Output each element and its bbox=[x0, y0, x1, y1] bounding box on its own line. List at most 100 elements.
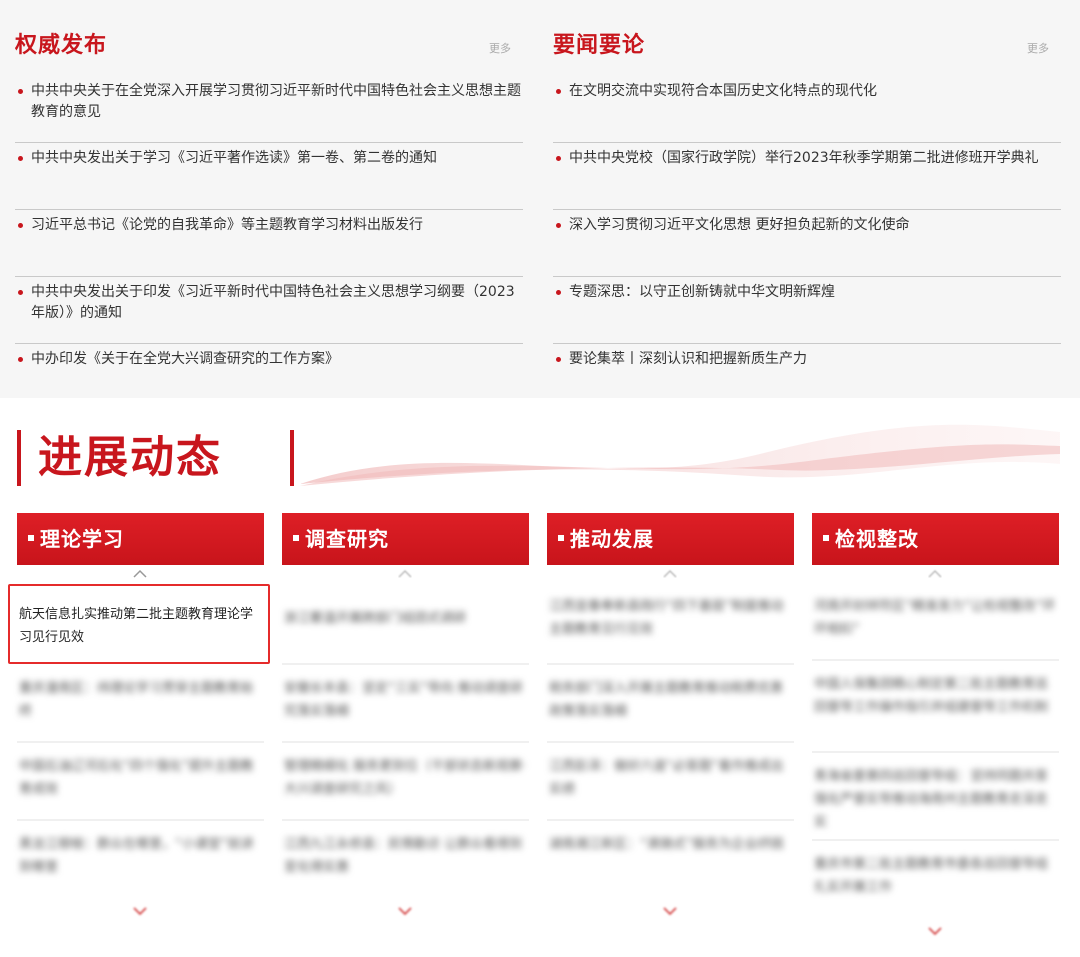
square-bullet-icon bbox=[823, 535, 829, 541]
bullet-dot-icon bbox=[556, 223, 561, 228]
column-promote-development: 推动发展 江西宜春奉新县践行“四下基层”制度推动主题教育见行见效 税务部门深入开… bbox=[547, 513, 794, 929]
scroll-down-button[interactable] bbox=[17, 899, 264, 929]
ribbon-decoration-icon bbox=[300, 424, 1060, 486]
news-item[interactable]: 中共中央党校（国家行政学院）举行2023年秋季学期第二批进修班开学典礼 bbox=[553, 143, 1061, 210]
tab-theory-study[interactable]: 理论学习 bbox=[17, 513, 264, 565]
list-item[interactable]: 江西九江永修县：民情勤访 让群众看得到变化得实惠 bbox=[282, 821, 529, 899]
list-item[interactable]: 黑龙江穆棱：群众在哪里，“小课堂”就讲到哪里 bbox=[17, 821, 264, 899]
bullet-dot-icon bbox=[18, 290, 23, 295]
scroll-up-button[interactable] bbox=[547, 565, 794, 585]
column-list: 浙江衢温开展跨部门组团式调研 安徽长丰县：坚定“三实”导向 推动调查研究落实落细… bbox=[282, 585, 529, 899]
column-theory-study: 理论学习 重庆潼南区：纬理论学习贯穿主题教育始终 中国石油辽河石化“四个强化”提… bbox=[17, 513, 264, 929]
top-news-area: 权威发布 更多 中共中央关于在全党深入开展学习贯彻习近平新时代中国特色社会主义思… bbox=[0, 0, 1080, 398]
news-list: 中共中央关于在全党深入开展学习贯彻习近平新时代中国特色社会主义思想主题教育的意见… bbox=[15, 76, 523, 411]
list-item[interactable]: 青海省委第四巡回督导组：坚持同题共答 强化严督实导推动海南州主题教育走深走实 bbox=[812, 753, 1059, 841]
bullet-dot-icon bbox=[556, 357, 561, 362]
list-item[interactable]: 江西彭泽：做好六道“必答题”着作推成出实绩 bbox=[547, 743, 794, 821]
list-item-text: 江西彭泽：做好六道“必答题”着作推成出实绩 bbox=[549, 759, 784, 797]
chevron-down-icon bbox=[133, 907, 147, 916]
scroll-up-button[interactable] bbox=[812, 565, 1059, 585]
chevron-up-icon bbox=[663, 569, 677, 578]
chevron-down-icon bbox=[663, 907, 677, 916]
tab-inspect-rectify[interactable]: 检视整改 bbox=[812, 513, 1059, 565]
list-item-text: 安徽长丰县：坚定“三实”导向 推动调查研究落实落细 bbox=[284, 681, 523, 719]
news-column-highlights: 要闻要论 更多 在文明交流中实现符合本国历史文化特点的现代化 中共中央党校（国家… bbox=[553, 28, 1061, 411]
list-item-text: 青海省委第四巡回督导组：坚持同题共答 强化严督实导推动海南州主题教育走深走实 bbox=[814, 769, 1049, 830]
section-header: 进展动态 bbox=[0, 398, 1080, 498]
news-item-text: 中共中央关于在全党深入开展学习贯彻习近平新时代中国特色社会主义思想主题教育的意见 bbox=[31, 83, 521, 120]
news-item-text: 深入学习贯彻习近平文化思想 更好担负起新的文化使命 bbox=[569, 217, 910, 233]
news-item[interactable]: 在文明交流中实现符合本国历史文化特点的现代化 bbox=[553, 76, 1061, 143]
news-item[interactable]: 深入学习贯彻习近平文化思想 更好担负起新的文化使命 bbox=[553, 210, 1061, 277]
list-item-text: 河南开封祥符区“精准发力”让检视整改“环环相扣” bbox=[814, 599, 1056, 637]
news-item-text: 专题深思：以守正创新铸就中华文明新辉煌 bbox=[569, 284, 835, 300]
column-research: 调查研究 浙江衢温开展跨部门组团式调研 安徽长丰县：坚定“三实”导向 推动调查研… bbox=[282, 513, 529, 929]
news-header: 要闻要论 更多 bbox=[553, 28, 1061, 68]
list-item[interactable]: 重庆市第二批主题教育市委各巡回督导组扎实开展工作 bbox=[812, 841, 1059, 919]
news-item-text: 中共中央发出关于学习《习近平著作选读》第一卷、第二卷的通知 bbox=[31, 150, 437, 166]
tab-promote-development[interactable]: 推动发展 bbox=[547, 513, 794, 565]
bullet-dot-icon bbox=[18, 357, 23, 362]
list-item-text: 浙江衢温开展跨部门组团式调研 bbox=[284, 611, 467, 626]
news-item-text: 中共中央发出关于印发《习近平新时代中国特色社会主义思想学习纲要（2023年版）》… bbox=[31, 284, 515, 321]
news-item-text: 习近平总书记《论党的自我革命》等主题教育学习材料出版发行 bbox=[31, 217, 423, 233]
news-item[interactable]: 专题深思：以守正创新铸就中华文明新辉煌 bbox=[553, 277, 1061, 344]
list-item-text: 管理精细化 服务更到位（干部状态新观察·大兴调查研究之风） bbox=[284, 759, 527, 797]
tab-label: 理论学习 bbox=[40, 527, 124, 551]
list-item-text: 税务部门深入开展主题教育推动税费优惠政策落实落细 bbox=[549, 681, 784, 719]
scroll-up-button[interactable] bbox=[282, 565, 529, 585]
tab-label: 推动发展 bbox=[570, 527, 654, 551]
news-column-authority: 权威发布 更多 中共中央关于在全党深入开展学习贯彻习近平新时代中国特色社会主义思… bbox=[15, 28, 523, 411]
chevron-down-icon bbox=[928, 927, 942, 936]
scroll-down-button[interactable] bbox=[282, 899, 529, 929]
news-item-text: 中办印发《关于在全党大兴调查研究的工作方案》 bbox=[31, 351, 339, 367]
news-item-text: 中共中央党校（国家行政学院）举行2023年秋季学期第二批进修班开学典礼 bbox=[569, 150, 1039, 166]
list-item-text: 重庆市第二批主题教育市委各巡回督导组扎实开展工作 bbox=[814, 857, 1049, 895]
active-list-item[interactable]: 航天信息扎实推动第二批主题教育理论学习见行见效 bbox=[8, 584, 270, 664]
list-item[interactable]: 河南开封祥符区“精准发力”让检视整改“环环相扣” bbox=[812, 585, 1059, 661]
list-item-text: 中国石油辽河石化“四个强化”提升主题教育成效 bbox=[19, 759, 254, 797]
list-item-text: 中国人保集团精心制定第二批主题教育巡回督导工作操作指引并组建督导工作机制 bbox=[814, 677, 1049, 715]
news-item[interactable]: 中共中央发出关于印发《习近平新时代中国特色社会主义思想学习纲要（2023年版）》… bbox=[15, 277, 523, 344]
chevron-up-icon bbox=[133, 569, 147, 578]
more-link[interactable]: 更多 bbox=[489, 40, 511, 56]
column-list: 重庆潼南区：纬理论学习贯穿主题教育始终 中国石油辽河石化“四个强化”提升主题教育… bbox=[17, 665, 264, 899]
section-title: 进展动态 bbox=[38, 432, 222, 483]
news-title: 要闻要论 bbox=[553, 33, 646, 58]
scroll-down-button[interactable] bbox=[812, 919, 1059, 949]
list-item[interactable]: 重庆潼南区：纬理论学习贯穿主题教育始终 bbox=[17, 665, 264, 743]
scroll-down-button[interactable] bbox=[547, 899, 794, 929]
square-bullet-icon bbox=[293, 535, 299, 541]
list-item-text: 江西九江永修县：民情勤访 让群众看得到变化得实惠 bbox=[284, 837, 523, 875]
news-item[interactable]: 中共中央发出关于学习《习近平著作选读》第一卷、第二卷的通知 bbox=[15, 143, 523, 210]
chevron-down-icon bbox=[398, 907, 412, 916]
tab-research[interactable]: 调查研究 bbox=[282, 513, 529, 565]
list-item[interactable]: 管理精细化 服务更到位（干部状态新观察·大兴调查研究之风） bbox=[282, 743, 529, 821]
bullet-dot-icon bbox=[18, 89, 23, 94]
list-item[interactable]: 中国石油辽河石化“四个强化”提升主题教育成效 bbox=[17, 743, 264, 821]
list-item[interactable]: 税务部门深入开展主题教育推动税费优惠政策落实落细 bbox=[547, 665, 794, 743]
bullet-dot-icon bbox=[18, 156, 23, 161]
list-item[interactable]: 江西宜春奉新县践行“四下基层”制度推动主题教育见行见效 bbox=[547, 585, 794, 665]
list-item[interactable]: 湖南湘江新区：“滴铸式”服务为企业纾困 bbox=[547, 821, 794, 899]
scroll-up-button[interactable] bbox=[17, 565, 264, 585]
list-item[interactable]: 中国人保集团精心制定第二批主题教育巡回督导工作操作指引并组建督导工作机制 bbox=[812, 661, 1059, 753]
list-item[interactable]: 安徽长丰县：坚定“三实”导向 推动调查研究落实落细 bbox=[282, 665, 529, 743]
tab-label: 调查研究 bbox=[305, 527, 389, 551]
square-bullet-icon bbox=[28, 535, 34, 541]
column-list: 江西宜春奉新县践行“四下基层”制度推动主题教育见行见效 税务部门深入开展主题教育… bbox=[547, 585, 794, 899]
more-link[interactable]: 更多 bbox=[1027, 40, 1049, 56]
chevron-up-icon bbox=[928, 569, 942, 578]
list-item-text: 重庆潼南区：纬理论学习贯穿主题教育始终 bbox=[19, 681, 254, 719]
news-item-text: 要论集萃丨深刻认识和把握新质生产力 bbox=[569, 351, 807, 367]
news-item[interactable]: 中共中央关于在全党深入开展学习贯彻习近平新时代中国特色社会主义思想主题教育的意见 bbox=[15, 76, 523, 143]
section-bar-right bbox=[290, 430, 294, 486]
square-bullet-icon bbox=[558, 535, 564, 541]
news-item[interactable]: 习近平总书记《论党的自我革命》等主题教育学习材料出版发行 bbox=[15, 210, 523, 277]
active-item-text: 航天信息扎实推动第二批主题教育理论学习见行见效 bbox=[19, 607, 254, 645]
list-item[interactable]: 浙江衢温开展跨部门组团式调研 bbox=[282, 585, 529, 665]
chevron-up-icon bbox=[398, 569, 412, 578]
bullet-dot-icon bbox=[556, 156, 561, 161]
news-list: 在文明交流中实现符合本国历史文化特点的现代化 中共中央党校（国家行政学院）举行2… bbox=[553, 76, 1061, 411]
news-title: 权威发布 bbox=[15, 33, 108, 58]
